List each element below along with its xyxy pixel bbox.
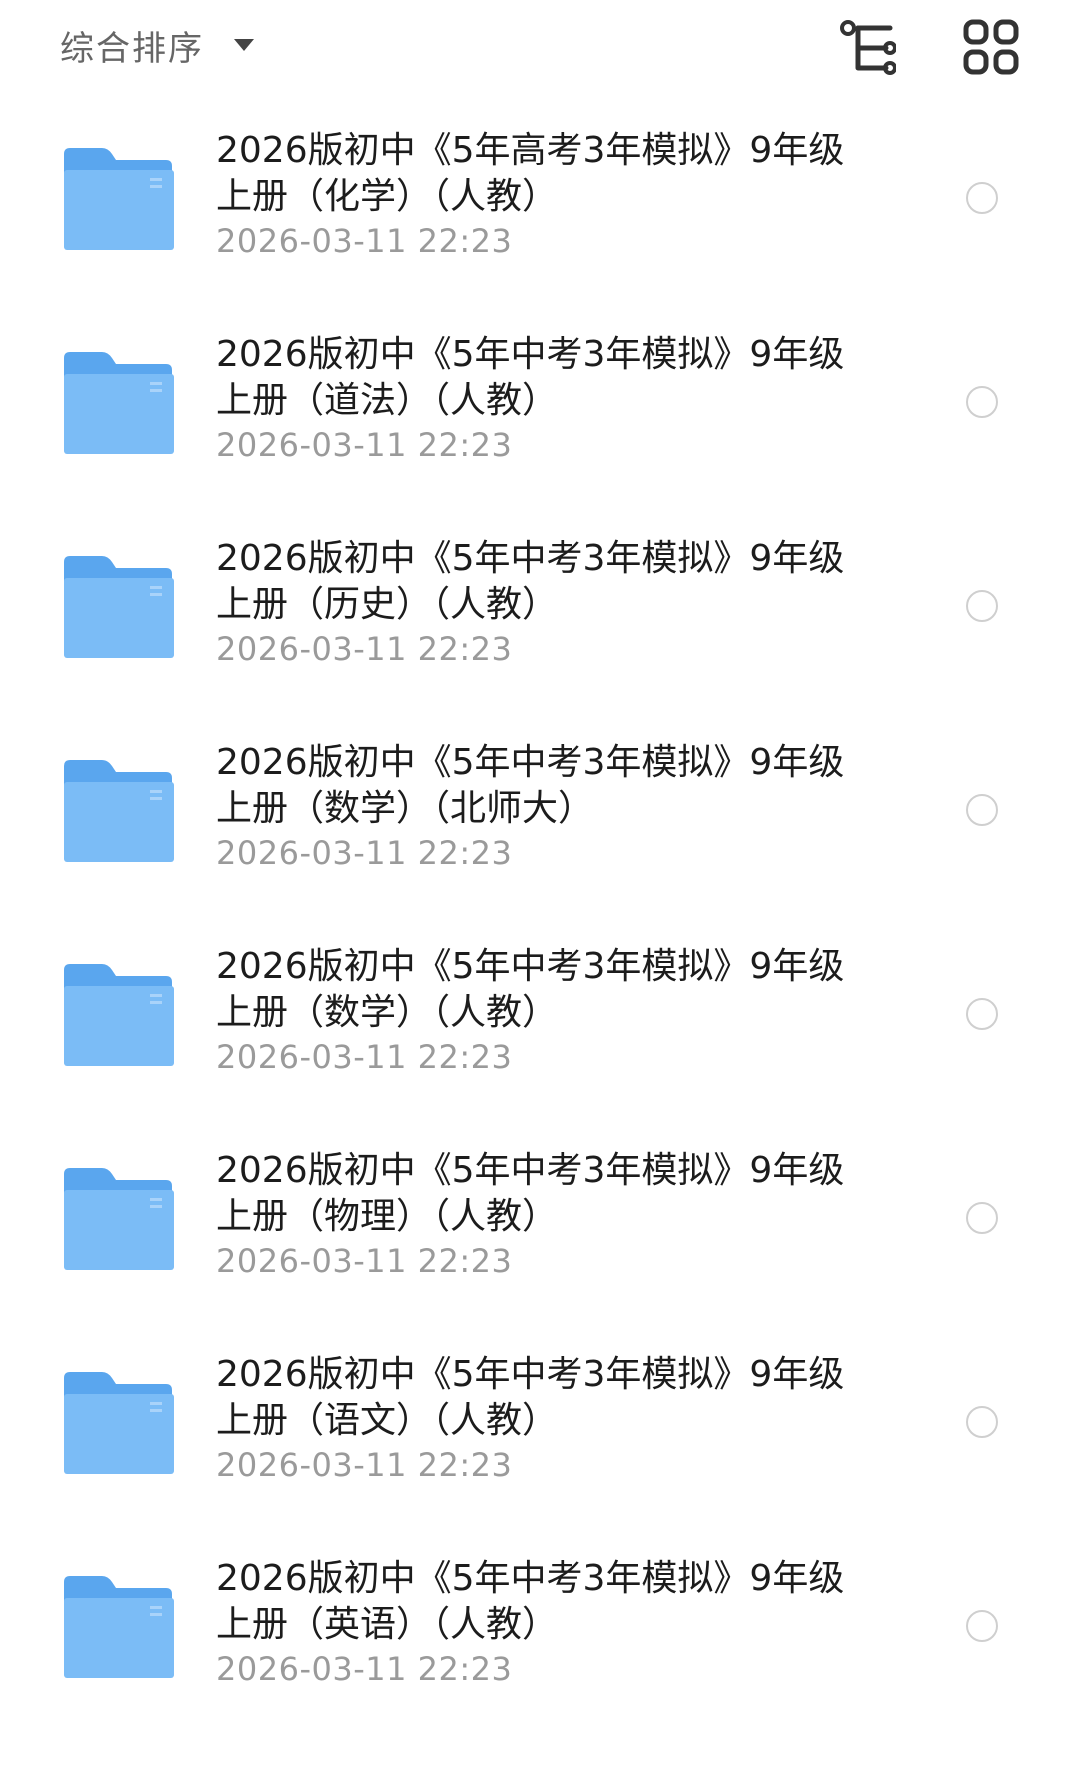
file-title: 2026版初中《5年高考3年模拟》9年级上册（化学）（人教） [216,130,845,217]
folder-icon [62,1168,176,1272]
file-date: 2026-03-11 22:23 [216,1650,513,1688]
file-date: 2026-03-11 22:23 [216,426,513,464]
folder-icon [62,1372,176,1476]
item-texts: 2026版初中《5年中考3年模拟》9年级上册（历史）（人教） 2026-03-1… [216,536,856,670]
item-texts: 2026版初中《5年高考3年模拟》9年级上册（化学）（人教） 2026-03-1… [216,128,856,262]
list-item[interactable]: 2026版初中《5年中考3年模拟》9年级上册（数学）（人教） 2026-03-1… [0,916,1080,1120]
select-radio[interactable] [966,998,998,1030]
folder-icon [62,1576,176,1680]
select-radio[interactable] [966,1202,998,1234]
file-date: 2026-03-11 22:23 [216,1038,513,1076]
select-radio[interactable] [966,386,998,418]
list-item[interactable]: 2026版初中《5年中考3年模拟》9年级上册（英语）（人教） 2026-03-1… [0,1528,1080,1732]
file-date: 2026-03-11 22:23 [216,1242,513,1280]
file-date: 2026-03-11 22:23 [216,834,513,872]
file-title: 2026版初中《5年中考3年模拟》9年级上册（数学）（人教） [216,946,845,1033]
list-item[interactable]: 2026版初中《5年中考3年模拟》9年级上册（数学）（北师大） 2026-03-… [0,712,1080,916]
folder-icon [62,556,176,660]
item-texts: 2026版初中《5年中考3年模拟》9年级上册（英语）（人教） 2026-03-1… [216,1556,856,1690]
file-title: 2026版初中《5年中考3年模拟》9年级上册（语文）（人教） [216,1354,845,1441]
toolbar: 综合排序 [0,0,1080,100]
grid-view-icon[interactable] [962,18,1022,78]
file-title: 2026版初中《5年中考3年模拟》9年级上册（历史）（人教） [216,538,845,625]
select-radio[interactable] [966,1406,998,1438]
list-item[interactable]: 2026版初中《5年中考3年模拟》9年级上册（历史）（人教） 2026-03-1… [0,508,1080,712]
tree-view-icon[interactable] [836,18,897,78]
folder-icon [62,148,176,252]
list-item[interactable]: 2026版初中《5年中考3年模拟》9年级上册（语文）（人教） 2026-03-1… [0,1324,1080,1528]
item-texts: 2026版初中《5年中考3年模拟》9年级上册（物理）（人教） 2026-03-1… [216,1148,856,1282]
item-texts: 2026版初中《5年中考3年模拟》9年级上册（道法）（人教） 2026-03-1… [216,332,856,466]
file-title: 2026版初中《5年中考3年模拟》9年级上册（数学）（北师大） [216,742,845,829]
file-date: 2026-03-11 22:23 [216,630,513,668]
item-texts: 2026版初中《5年中考3年模拟》9年级上册（数学）（人教） 2026-03-1… [216,944,856,1078]
select-radio[interactable] [966,1610,998,1642]
folder-icon [62,352,176,456]
file-date: 2026-03-11 22:23 [216,222,513,260]
folder-icon [62,760,176,864]
sort-dropdown[interactable]: 综合排序 [60,18,254,72]
folder-icon [62,964,176,1068]
select-radio[interactable] [966,590,998,622]
file-date: 2026-03-11 22:23 [216,1446,513,1484]
list-item[interactable]: 2026版初中《5年中考3年模拟》9年级上册（物理）（人教） 2026-03-1… [0,1120,1080,1324]
list-item[interactable]: 2026版初中《5年高考3年模拟》9年级上册（化学）（人教） 2026-03-1… [0,100,1080,304]
select-radio[interactable] [966,182,998,214]
file-title: 2026版初中《5年中考3年模拟》9年级上册（道法）（人教） [216,334,845,421]
file-title: 2026版初中《5年中考3年模拟》9年级上册（物理）（人教） [216,1150,845,1237]
sort-label: 综合排序 [60,28,204,69]
chevron-down-icon [234,39,254,51]
list-item[interactable]: 2026版初中《5年中考3年模拟》9年级上册（道法）（人教） 2026-03-1… [0,304,1080,508]
item-texts: 2026版初中《5年中考3年模拟》9年级上册（数学）（北师大） 2026-03-… [216,740,856,874]
select-radio[interactable] [966,794,998,826]
file-title: 2026版初中《5年中考3年模拟》9年级上册（英语）（人教） [216,1558,845,1645]
item-texts: 2026版初中《5年中考3年模拟》9年级上册（语文）（人教） 2026-03-1… [216,1352,856,1486]
